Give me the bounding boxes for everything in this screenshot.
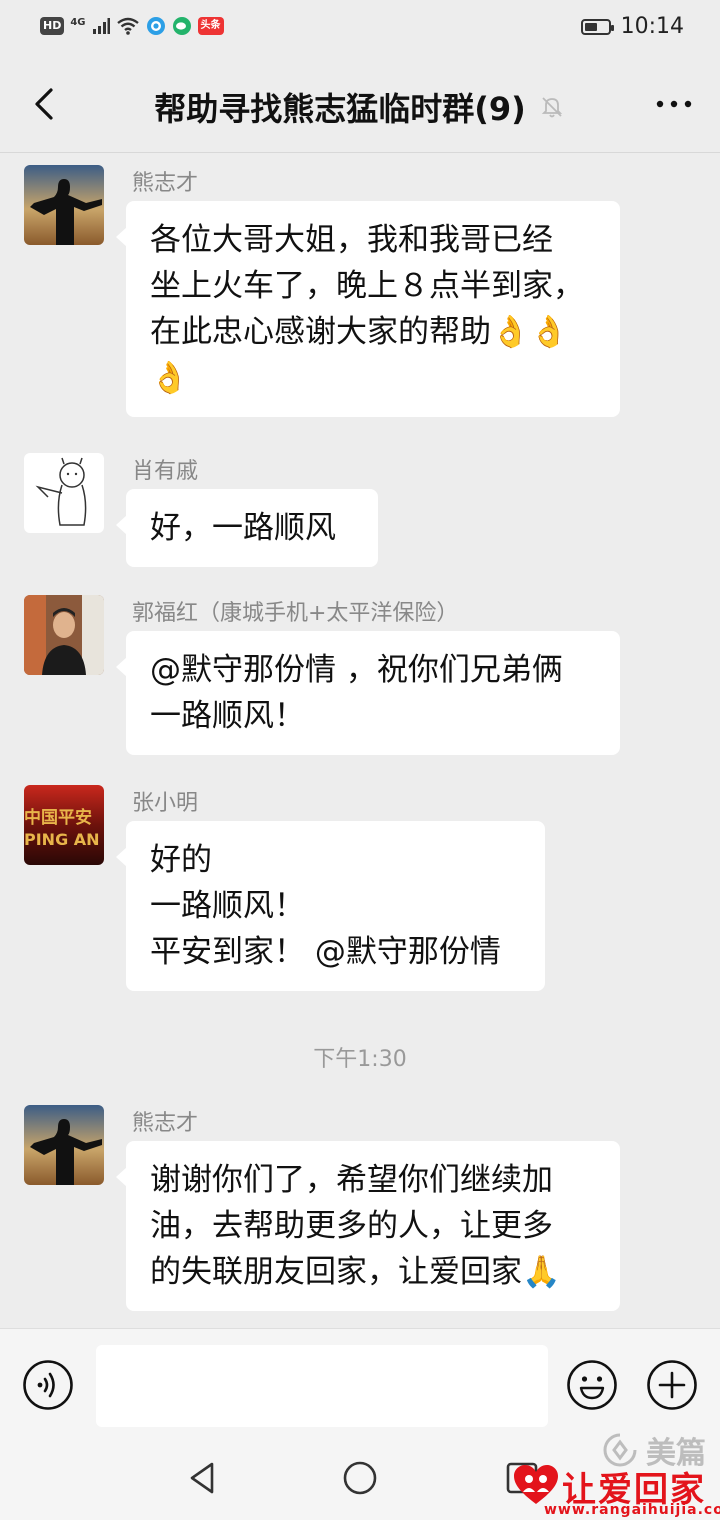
chat-input-bar <box>0 1328 720 1441</box>
signal-icon <box>92 18 110 34</box>
timestamp: 下午1:30 <box>313 1047 407 1072</box>
message-bubble[interactable]: @默守那份情 ，祝你们兄弟俩 一路顺风！ <box>116 631 620 755</box>
message-bubble[interactable]: 好，一路顺风 <box>116 489 378 567</box>
brand-url: www.rangaihuijia.com <box>544 1502 720 1518</box>
message-line: 谢谢你们了，希望你们继续加 <box>150 1162 553 1198</box>
message-line: 的失联朋友回家，让爱回家🙏 <box>150 1254 561 1290</box>
sender-name: 张小明 <box>132 791 199 816</box>
voice-icon[interactable] <box>22 1359 74 1411</box>
message-line: 在此忠心感谢大家的帮助👌👌 <box>150 314 569 350</box>
message-line: 一路顺风！ <box>150 888 305 924</box>
sender-name: 肖有戚 <box>132 459 199 484</box>
sender-name: 郭福红（康城手机+太平洋保险） <box>132 601 459 626</box>
chat-header: 帮助寻找熊志猛临时群(9) <box>0 56 720 153</box>
avatar[interactable] <box>24 1105 104 1185</box>
message-line: 好的 <box>150 842 212 878</box>
message-bubble[interactable]: 好的 一路顺风！ 平安到家！ @默守那份情 <box>116 821 545 991</box>
message-line: 平安到家！ @默守那份情 <box>150 934 501 970</box>
status-icons-right: 10:14 <box>580 14 684 39</box>
message-bubble[interactable]: 各位大哥大姐，我和我哥已经 坐上火车了，晚上８点半到家， 在此忠心感谢大家的帮助… <box>116 201 620 417</box>
clock-time: 10:14 <box>620 14 684 39</box>
avatar[interactable] <box>24 165 104 245</box>
message-bubble[interactable]: 谢谢你们了，希望你们继续加 油，去帮助更多的人，让更多 的失联朋友回家，让爱回家… <box>116 1141 620 1311</box>
hd-indicator: HD <box>40 17 65 35</box>
message-line: 👌 <box>150 360 189 396</box>
message-line: 好，一路顺风 <box>150 510 336 546</box>
nav-back-icon[interactable] <box>182 1458 222 1498</box>
sender-name: 熊志才 <box>132 1111 199 1136</box>
wifi-icon <box>116 17 139 35</box>
message-line: 油，去帮助更多的人，让更多 <box>150 1208 553 1244</box>
message-input[interactable] <box>96 1345 548 1427</box>
message-line: 各位大哥大姐，我和我哥已经 <box>150 222 553 258</box>
network-type: 4G <box>70 16 86 28</box>
muted-bell-icon <box>541 97 562 118</box>
avatar[interactable] <box>24 453 104 533</box>
status-icons-left: HD 4G 头条 <box>40 16 224 36</box>
battery-level <box>584 22 597 31</box>
chat-message-list[interactable]: 熊志才 各位大哥大姐，我和我哥已经 坐上火车了，晚上８点半到家， 在此忠心感谢大… <box>0 153 720 1328</box>
more-options-icon[interactable] <box>652 86 696 122</box>
browser-app-icon <box>146 17 165 35</box>
nav-home-icon[interactable] <box>340 1458 380 1498</box>
page-title: 帮助寻找熊志猛临时群(9) <box>154 90 526 128</box>
avatar-text: PING AN <box>24 830 100 849</box>
sender-name: 熊志才 <box>132 171 199 196</box>
avatar-text: 中国平安 <box>24 807 92 828</box>
battery-icon <box>580 18 614 35</box>
page-title-wrap: 帮助寻找熊志猛临时群(9) <box>0 84 720 130</box>
message-line: 一路顺风！ <box>150 698 305 734</box>
plus-icon[interactable] <box>646 1359 698 1411</box>
avatar[interactable]: 中国平安 PING AN <box>24 785 104 865</box>
avatar[interactable] <box>24 595 104 675</box>
emoji-icon[interactable] <box>566 1359 618 1411</box>
wechat-app-icon <box>172 17 191 35</box>
message-line: @默守那份情 ，祝你们兄弟俩 <box>150 652 563 688</box>
message-line: 坐上火车了，晚上８点半到家， <box>150 268 584 304</box>
status-bar: HD 4G 头条 10:14 <box>0 0 720 56</box>
brand-watermark: 让爱回家 www.rangaihuijia.com <box>510 1462 720 1518</box>
toutiao-app-icon: 头条 <box>197 17 224 35</box>
